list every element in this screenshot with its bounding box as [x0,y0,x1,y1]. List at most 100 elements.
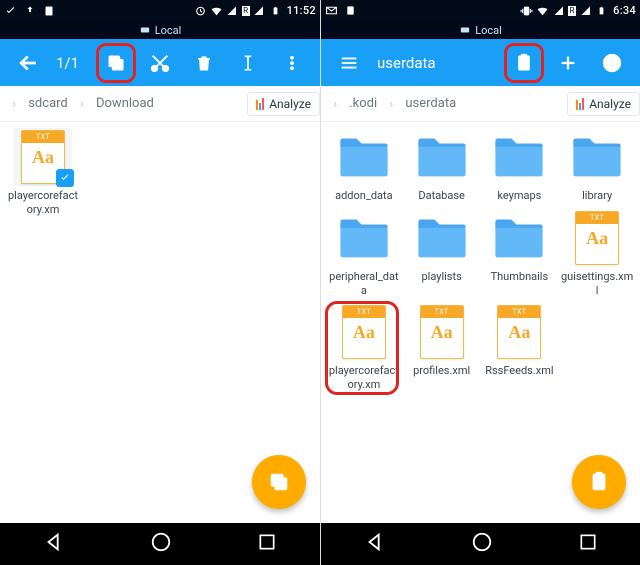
file-thumb [490,209,548,267]
file-badge: TXT [22,131,64,143]
selected-check-icon [56,169,74,187]
nav-recents[interactable] [257,532,277,556]
folder-title[interactable]: userdata [373,54,500,72]
file-item[interactable]: TXTAa RssFeeds.xml [481,303,559,392]
phone-right: R 6:34 Local userdata › .kodi › userdata… [320,0,640,565]
clock-time: 11:52 [287,4,316,17]
file-thumb [568,128,626,186]
file-aa: Aa [498,322,540,343]
chevron-icon: › [383,96,399,112]
file-label: playlists [421,270,461,284]
file-label: playercorefactory.xm [6,189,80,217]
file-thumb: TXTAa [413,303,471,361]
toolbar: 1/1 [0,39,320,86]
file-badge: TXT [576,212,618,224]
fab-paste[interactable] [572,455,626,509]
file-label: profiles.xml [413,364,470,378]
gmail-icon [325,4,338,17]
file-item[interactable]: keymaps [481,128,559,203]
file-item[interactable]: playlists [403,209,481,298]
file-item[interactable]: TXTAa profiles.xml [403,303,481,392]
file-aa: Aa [576,228,618,249]
signal2-icon [253,4,266,17]
chevron-icon: › [74,96,90,112]
signal2-icon [579,4,592,17]
file-thumb [413,128,471,186]
storage-icon [139,25,151,35]
crumb-kodi[interactable]: .kodi [345,94,381,113]
file-thumb: TXT Aa [14,128,72,186]
file-label: addon_data [335,189,392,203]
crumb-userdata[interactable]: userdata [401,94,460,113]
alarm-icon [194,4,207,17]
signal-icon [552,4,565,17]
signal-icon [226,4,239,17]
back-button[interactable] [8,43,48,83]
file-item[interactable]: TXT Aa playercorefactory.xm [4,128,82,217]
nav-bar [0,523,320,565]
storage-icon [459,25,471,35]
battery-icon [595,4,608,17]
file-item[interactable]: TXT Aa guisettings.xml [558,209,636,298]
txt-icon: TXTAa [420,305,464,359]
fab-copy[interactable] [252,455,306,509]
breadcrumb: › .kodi › userdata Analyze [321,86,640,122]
paste-button[interactable] [504,43,544,83]
file-thumb [413,209,471,267]
status-bar: R 11:52 [0,0,320,21]
clock-time: 6:34 [613,4,636,17]
file-label: library [582,189,612,203]
file-thumb [490,128,548,186]
analyze-button[interactable]: Analyze [567,92,640,116]
file-thumb [335,128,393,186]
file-thumb: TXTAa [335,303,393,361]
selection-counter: 1/1 [52,54,83,72]
crumb-download[interactable]: Download [92,94,158,113]
txt-icon: TXT Aa [575,211,619,265]
cut-button[interactable] [140,43,180,83]
file-item[interactable]: Thumbnails [481,209,559,298]
location-label: Local [155,24,182,37]
phone-left: R 11:52 Local 1/1 › sdcard › Download An… [0,0,320,565]
file-aa: Aa [421,322,463,343]
file-thumb [335,209,393,267]
app-icon [344,4,357,17]
new-button[interactable] [548,43,588,83]
delete-button[interactable] [184,43,224,83]
bars-icon [256,98,264,110]
vibrate-icon [520,4,533,17]
nav-back[interactable] [364,531,386,557]
file-item[interactable]: TXTAaplayercorefactory.xm [325,303,403,392]
nav-home[interactable] [471,531,493,557]
upload-icon [23,4,36,17]
nav-recents[interactable] [578,532,598,556]
file-item[interactable]: Database [403,128,481,203]
file-item[interactable]: addon_data [325,128,403,203]
txt-icon: TXTAa [497,305,541,359]
nav-home[interactable] [150,531,172,557]
location-label: Local [475,24,502,37]
file-item[interactable]: library [558,128,636,203]
copy-button[interactable] [96,43,136,83]
nav-back[interactable] [43,531,65,557]
menu-button[interactable] [329,43,369,83]
file-item[interactable]: peripheral_data [325,209,403,298]
analyze-button[interactable]: Analyze [247,92,320,116]
overflow-button[interactable] [272,43,312,83]
file-label: guisettings.xml [560,270,634,298]
file-thumb: TXTAa [490,303,548,361]
wifi-icon [210,4,223,17]
file-label: RssFeeds.xml [485,364,553,378]
rename-button[interactable] [228,43,268,83]
chevron-icon: › [327,96,343,112]
cancel-button[interactable] [592,43,632,83]
location-bar: Local [321,21,640,39]
breadcrumb: › sdcard › Download Analyze [0,86,320,122]
file-label: Thumbnails [491,270,549,284]
wifi-icon [536,4,549,17]
file-thumb: TXT Aa [568,209,626,267]
analyze-label: Analyze [589,97,631,111]
battery-icon [269,4,282,17]
txt-icon: TXTAa [342,305,386,359]
crumb-sdcard[interactable]: sdcard [24,94,72,113]
